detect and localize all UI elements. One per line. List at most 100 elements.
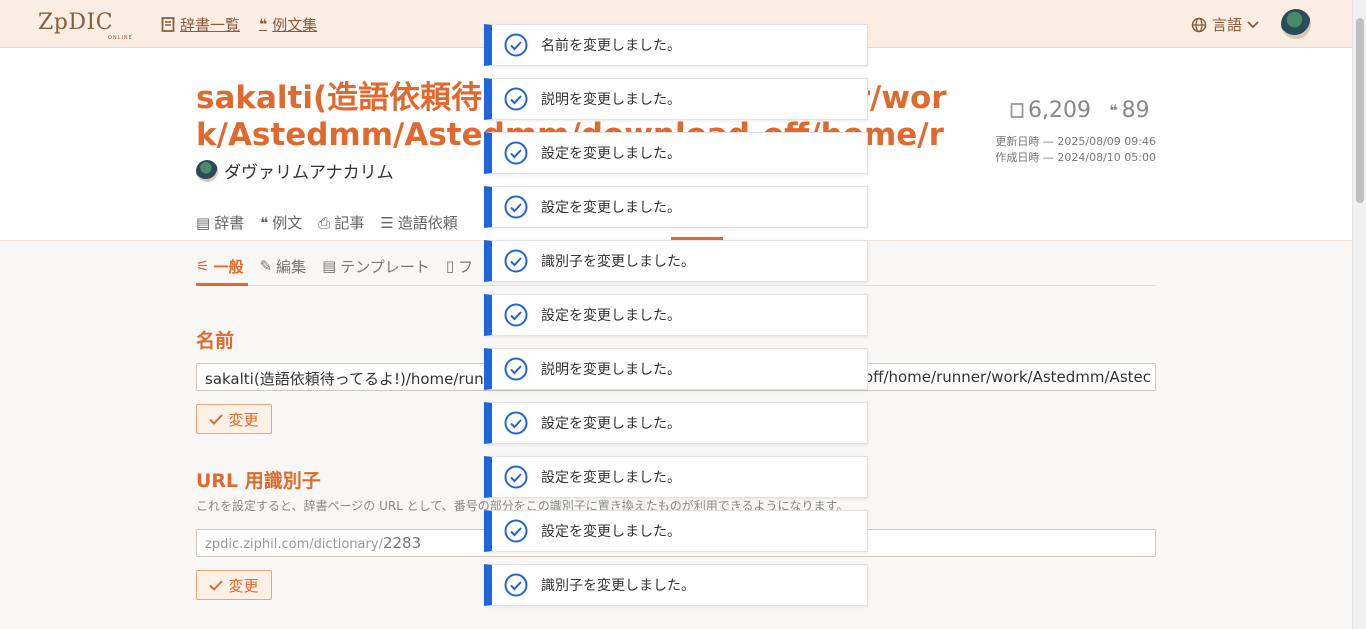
toast-notification[interactable]: 設定を変更しました。 xyxy=(484,294,868,336)
toast-notification[interactable]: 識別子を変更しました。 xyxy=(484,240,868,282)
change-label: 変更 xyxy=(228,576,259,595)
subtab-active-indicator xyxy=(196,283,248,286)
change-url-button[interactable]: 変更 xyxy=(196,570,272,600)
toast-notification[interactable]: 名前を変更しました。 xyxy=(484,24,868,66)
created-date: 作成日時 — 2024/08/10 05:00 xyxy=(995,151,1156,164)
check-circle-icon xyxy=(504,519,528,543)
article-icon: ⎙ xyxy=(318,213,331,232)
check-circle-icon xyxy=(504,87,528,111)
tab-label: 記事 xyxy=(334,214,365,232)
owner-avatar xyxy=(196,159,218,182)
dictionary-list-link[interactable]: 辞書一覧 xyxy=(161,14,240,35)
dictionary-owner[interactable]: ダヴァリムアナカリム xyxy=(196,158,394,183)
toast-message: 識別子を変更しました。 xyxy=(541,578,695,594)
globe-icon xyxy=(1191,17,1207,32)
tab-label: 造語依頼 xyxy=(397,214,458,232)
subtab-label: 一般 xyxy=(213,257,244,276)
check-circle-icon xyxy=(504,573,528,597)
list-icon: ☰ xyxy=(380,213,394,232)
chevron-down-icon xyxy=(1247,20,1259,28)
toast-message: 識別子を変更しました。 xyxy=(541,254,695,270)
user-avatar[interactable] xyxy=(1281,9,1311,39)
toast-notification[interactable]: 設定を変更しました。 xyxy=(484,456,868,498)
book-icon: ▤ xyxy=(196,213,211,232)
owner-name: ダヴァリムアナカリム xyxy=(224,163,394,183)
toast-notification[interactable]: 説明を変更しました。 xyxy=(484,348,868,390)
zpdic-logo[interactable]: ZpDIC ONLINE xyxy=(38,10,132,41)
quote-icon: ❝ xyxy=(260,213,269,232)
check-circle-icon xyxy=(504,249,528,273)
quote-icon: ❝ xyxy=(1108,101,1118,120)
subtab-file[interactable]: ▯ フ xyxy=(446,256,473,276)
name-heading: 名前 xyxy=(196,330,235,352)
toast-message: 名前を変更しました。 xyxy=(541,38,681,54)
toast-message: 説明を変更しました。 xyxy=(541,92,681,108)
sliders-icon: ⚟ xyxy=(196,257,210,275)
url-prefix: zpdic.ziphil.com/dictionary/ xyxy=(205,537,383,552)
tab-label: 辞書 xyxy=(214,214,245,232)
word-count-value: 6,209 xyxy=(1028,98,1091,123)
check-circle-icon xyxy=(504,33,528,57)
updated-date: 更新日時 — 2025/08/09 09:46 xyxy=(995,135,1156,148)
quote-icon: ❝ xyxy=(259,16,268,33)
subtab-label: テンプレート xyxy=(340,257,430,276)
language-menu[interactable]: 言語 xyxy=(1191,14,1259,35)
toast-message: 設定を変更しました。 xyxy=(541,308,681,324)
check-circle-icon xyxy=(504,195,528,219)
tab-label: 例文 xyxy=(272,214,303,232)
word-count-icon xyxy=(1010,103,1024,118)
url-placeholder: 2283 xyxy=(382,534,422,552)
language-label: 言語 xyxy=(1212,16,1243,34)
check-icon xyxy=(209,413,224,425)
change-label: 変更 xyxy=(228,410,259,429)
dictionary-counts: 6,209 ❝ 89 xyxy=(1010,98,1150,123)
toast-notification[interactable]: 設定を変更しました。 xyxy=(484,132,868,174)
url-identifier-heading: URL 用識別子 xyxy=(196,470,321,492)
subtab-edit[interactable]: ✎ 編集 xyxy=(259,256,306,276)
logo-text: ZpDIC xyxy=(38,10,114,35)
subtab-label: フ xyxy=(458,257,474,276)
toast-message: 設定を変更しました。 xyxy=(541,524,681,540)
name-input-value-tail: off/home/runner/work/Astedmm/Astec xyxy=(863,368,1151,386)
toast-message: 設定を変更しました。 xyxy=(541,200,681,216)
check-circle-icon xyxy=(504,357,528,381)
logo-subtext: ONLINE xyxy=(108,35,133,41)
tab-examples[interactable]: ❝ 例文 xyxy=(260,212,302,233)
scrollbar-thumb[interactable] xyxy=(1356,18,1364,203)
toast-notification[interactable]: 設定を変更しました。 xyxy=(484,186,868,228)
check-circle-icon xyxy=(504,411,528,435)
toast-notification[interactable]: 設定を変更しました。 xyxy=(484,510,868,552)
toast-message: 設定を変更しました。 xyxy=(541,470,681,486)
tab-dictionary[interactable]: ▤ 辞書 xyxy=(196,212,244,233)
change-name-button[interactable]: 変更 xyxy=(196,404,272,434)
tab-articles[interactable]: ⎙ 記事 xyxy=(318,212,364,233)
toast-message: 設定を変更しました。 xyxy=(541,416,681,432)
page-scrollbar[interactable] xyxy=(1352,0,1366,629)
settings-subtabs: ⚟ 一般 ✎ 編集 ▤ テンプレート ▯ フ xyxy=(196,256,473,276)
subtab-general[interactable]: ⚟ 一般 xyxy=(196,256,243,276)
examples-link[interactable]: ❝ 例文集 xyxy=(259,14,317,35)
examples-label: 例文集 xyxy=(272,16,318,34)
check-circle-icon xyxy=(504,465,528,489)
subtab-divider xyxy=(196,285,1156,286)
dictionary-tabs: ▤ 辞書 ❝ 例文 ⎙ 記事 ☰ 造語依頼 xyxy=(196,212,458,233)
check-circle-icon xyxy=(504,303,528,327)
subtab-template[interactable]: ▤ テンプレート xyxy=(322,256,430,276)
dictionary-list-label: 辞書一覧 xyxy=(180,16,241,34)
subtab-label: 編集 xyxy=(276,257,307,276)
name-input-value: sakalti(造語依頼待ってるよ!)/home/runn xyxy=(205,370,494,388)
toast-notification[interactable]: 識別子を変更しました。 xyxy=(484,564,868,606)
toast-message: 説明を変更しました。 xyxy=(541,362,681,378)
document-icon: ▤ xyxy=(322,257,337,275)
toast-notification[interactable]: 説明を変更しました。 xyxy=(484,78,868,120)
example-count-value: 89 xyxy=(1121,98,1150,123)
toast-message: 設定を変更しました。 xyxy=(541,146,681,162)
example-count: ❝ 89 xyxy=(1109,98,1150,123)
word-count: 6,209 xyxy=(1010,98,1091,123)
file-icon: ▯ xyxy=(445,257,455,275)
toast-notification[interactable]: 設定を変更しました。 xyxy=(484,402,868,444)
check-circle-icon xyxy=(504,141,528,165)
book-icon xyxy=(161,17,175,32)
check-icon xyxy=(209,579,224,591)
tab-requests[interactable]: ☰ 造語依頼 xyxy=(380,212,457,233)
